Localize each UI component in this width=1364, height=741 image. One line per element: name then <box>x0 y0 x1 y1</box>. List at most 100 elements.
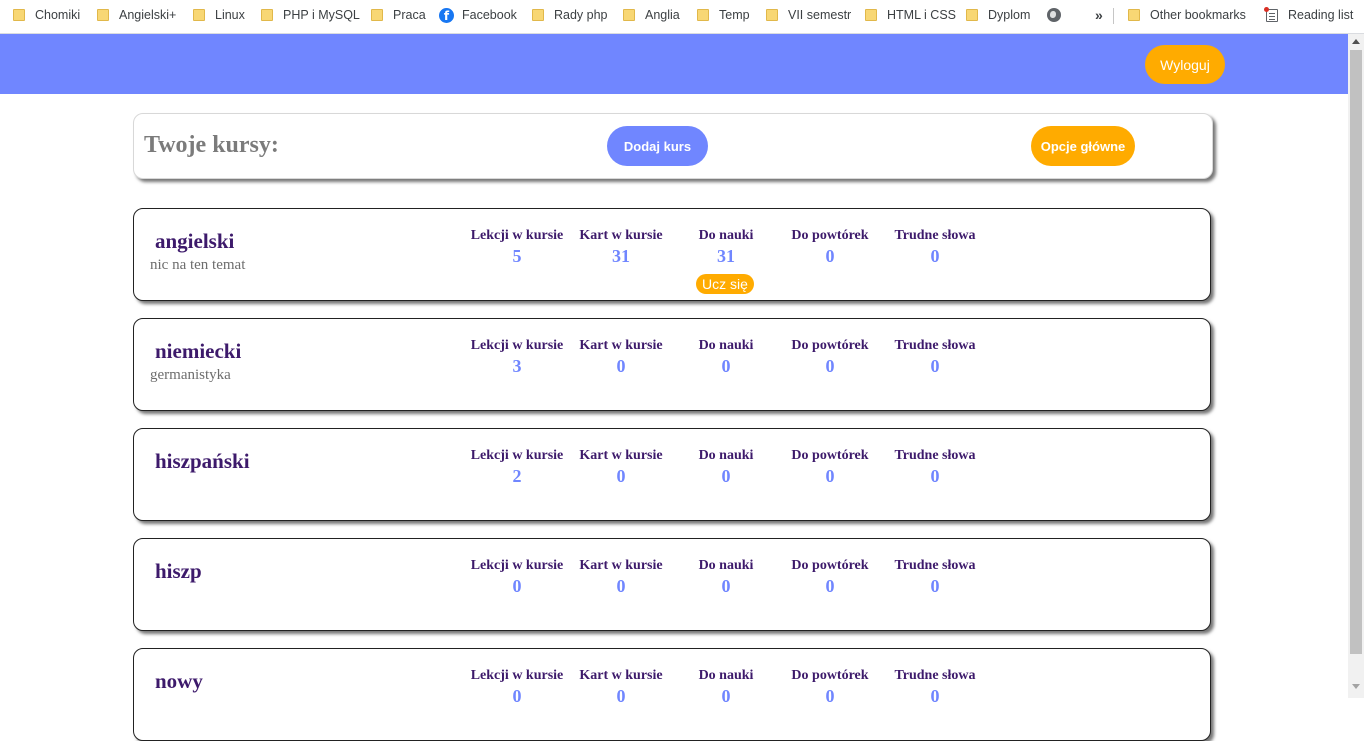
facebook-icon: f <box>439 7 454 23</box>
stat-label: Do nauki <box>698 668 754 683</box>
stat-value: 0 <box>825 576 835 596</box>
reading-list[interactable]: Reading list <box>1264 6 1353 24</box>
stat-lessons: Lekcji w kursie 0 <box>462 668 572 707</box>
stat-label: Lekcji w kursie <box>470 228 564 243</box>
reading-list-icon <box>1264 6 1278 22</box>
add-course-button[interactable]: Dodaj kurs <box>607 126 708 166</box>
course-name[interactable]: hiszpański <box>155 449 250 474</box>
bookmark-dyplom[interactable]: Dyplom <box>966 6 1030 24</box>
bookmark-anglia[interactable]: Anglia <box>623 6 680 24</box>
stat-lessons: Lekcji w kursie 5 <box>462 228 572 267</box>
bookmark-chomiki[interactable]: Chomiki <box>13 6 80 24</box>
stat-label: Kart w kursie <box>579 558 663 573</box>
course-name[interactable]: hiszp <box>155 559 202 584</box>
course-card[interactable]: niemiecki germanistyka Lekcji w kursie 3 … <box>133 318 1211 411</box>
stat-hard-words: Trudne słowa 0 <box>880 338 990 377</box>
stat-value: 0 <box>616 576 626 596</box>
stat-label: Do nauki <box>698 228 754 243</box>
bookmark-praca[interactable]: Praca <box>371 6 426 24</box>
folder-icon <box>193 9 205 21</box>
folder-icon <box>766 9 778 21</box>
stat-label: Lekcji w kursie <box>470 668 564 683</box>
logout-button[interactable]: Wyloguj <box>1145 45 1225 84</box>
stat-value: 0 <box>721 356 731 376</box>
course-card[interactable]: hiszp Lekcji w kursie 0 Kart w kursie 0 Do… <box>133 538 1211 631</box>
bookmark-rady-php[interactable]: Rady php <box>532 6 608 24</box>
folder-icon <box>697 9 709 21</box>
folder-icon <box>13 9 25 21</box>
bookmarks-bar: Chomiki Angielski+ Linux PHP i MySQL Pra… <box>0 0 1364 34</box>
bookmark-vii-semestr[interactable]: VII semestr <box>766 6 851 24</box>
bookmark-angielski[interactable]: Angielski+ <box>97 6 176 24</box>
stat-hard-words: Trudne słowa 0 <box>880 668 990 707</box>
scroll-down-arrow-icon[interactable] <box>1352 684 1360 689</box>
course-card[interactable]: angielski nic na ten temat Lekcji w kurs… <box>133 208 1211 301</box>
bookmark-temp[interactable]: Temp <box>697 6 750 24</box>
stat-label: Kart w kursie <box>579 338 663 353</box>
stat-value: 0 <box>825 246 835 266</box>
stat-value: 0 <box>825 356 835 376</box>
stat-cards: Kart w kursie 0 <box>566 668 676 707</box>
stat-label: Do powtórek <box>791 228 869 243</box>
stat-value: 0 <box>930 246 940 266</box>
folder-icon <box>1128 9 1140 21</box>
stat-label: Do powtórek <box>791 668 869 683</box>
bookmark-globe[interactable] <box>1047 6 1061 24</box>
scroll-up-arrow-icon[interactable] <box>1352 39 1360 44</box>
stat-value: 0 <box>825 466 835 486</box>
stat-to-learn: Do nauki 0 <box>671 338 781 377</box>
stat-to-review: Do powtórek 0 <box>775 558 885 597</box>
stat-value: 0 <box>616 356 626 376</box>
stat-to-learn: Do nauki 0 <box>671 668 781 707</box>
course-card[interactable]: nowy Lekcji w kursie 0 Kart w kursie 0 Do … <box>133 648 1211 741</box>
bookmarks-divider <box>1113 8 1114 24</box>
course-description: germanistyka <box>150 367 231 383</box>
stat-to-learn: Do nauki 0 <box>671 448 781 487</box>
learn-button[interactable]: Ucz się <box>696 274 754 294</box>
stat-label: Trudne słowa <box>894 338 976 353</box>
stat-hard-words: Trudne słowa 0 <box>880 558 990 597</box>
stat-cards: Kart w kursie 31 <box>566 228 676 267</box>
scrollbar-thumb[interactable] <box>1350 50 1362 654</box>
stat-to-learn: Do nauki 31 <box>671 228 781 267</box>
page-title: Twoje kursy: <box>144 132 279 158</box>
page-scrollbar[interactable] <box>1348 34 1364 698</box>
folder-icon <box>623 9 635 21</box>
stat-to-review: Do powtórek 0 <box>775 668 885 707</box>
stat-label: Kart w kursie <box>579 448 663 463</box>
other-bookmarks[interactable]: Other bookmarks <box>1128 6 1246 24</box>
stat-label: Kart w kursie <box>579 228 663 243</box>
stat-to-review: Do powtórek 0 <box>775 448 885 487</box>
stat-value: 31 <box>612 246 630 266</box>
stat-value: 0 <box>721 466 731 486</box>
course-card[interactable]: hiszpański Lekcji w kursie 2 Kart w kursi… <box>133 428 1211 521</box>
bookmark-facebook[interactable]: f Facebook <box>439 6 517 24</box>
stat-hard-words: Trudne słowa 0 <box>880 448 990 487</box>
stat-lessons: Lekcji w kursie 0 <box>462 558 572 597</box>
folder-icon <box>966 9 978 21</box>
course-description: nic na ten temat <box>150 257 246 273</box>
stat-value: 0 <box>930 686 940 706</box>
stat-value: 3 <box>512 356 522 376</box>
stat-value: 0 <box>512 686 522 706</box>
courses-panel: Twoje kursy: Dodaj kurs Opcje główne <box>133 113 1213 179</box>
stat-value: 0 <box>616 686 626 706</box>
bookmark-html-css[interactable]: HTML i CSS <box>865 6 956 24</box>
bookmarks-overflow-button[interactable]: » <box>1095 6 1103 24</box>
stat-label: Lekcji w kursie <box>470 558 564 573</box>
stat-value: 5 <box>512 246 522 266</box>
main-options-button[interactable]: Opcje główne <box>1031 126 1135 166</box>
folder-icon <box>532 9 544 21</box>
stat-label: Do nauki <box>698 558 754 573</box>
stat-value: 0 <box>825 686 835 706</box>
course-name[interactable]: angielski <box>155 229 234 254</box>
stat-value: 0 <box>616 466 626 486</box>
course-name[interactable]: niemiecki <box>155 339 241 364</box>
stat-value: 0 <box>512 576 522 596</box>
stat-label: Lekcji w kursie <box>470 448 564 463</box>
bookmark-php-mysql[interactable]: PHP i MySQL <box>261 6 360 24</box>
course-name[interactable]: nowy <box>155 669 203 694</box>
bookmark-linux[interactable]: Linux <box>193 6 245 24</box>
stat-label: Lekcji w kursie <box>470 338 564 353</box>
stat-cards: Kart w kursie 0 <box>566 448 676 487</box>
